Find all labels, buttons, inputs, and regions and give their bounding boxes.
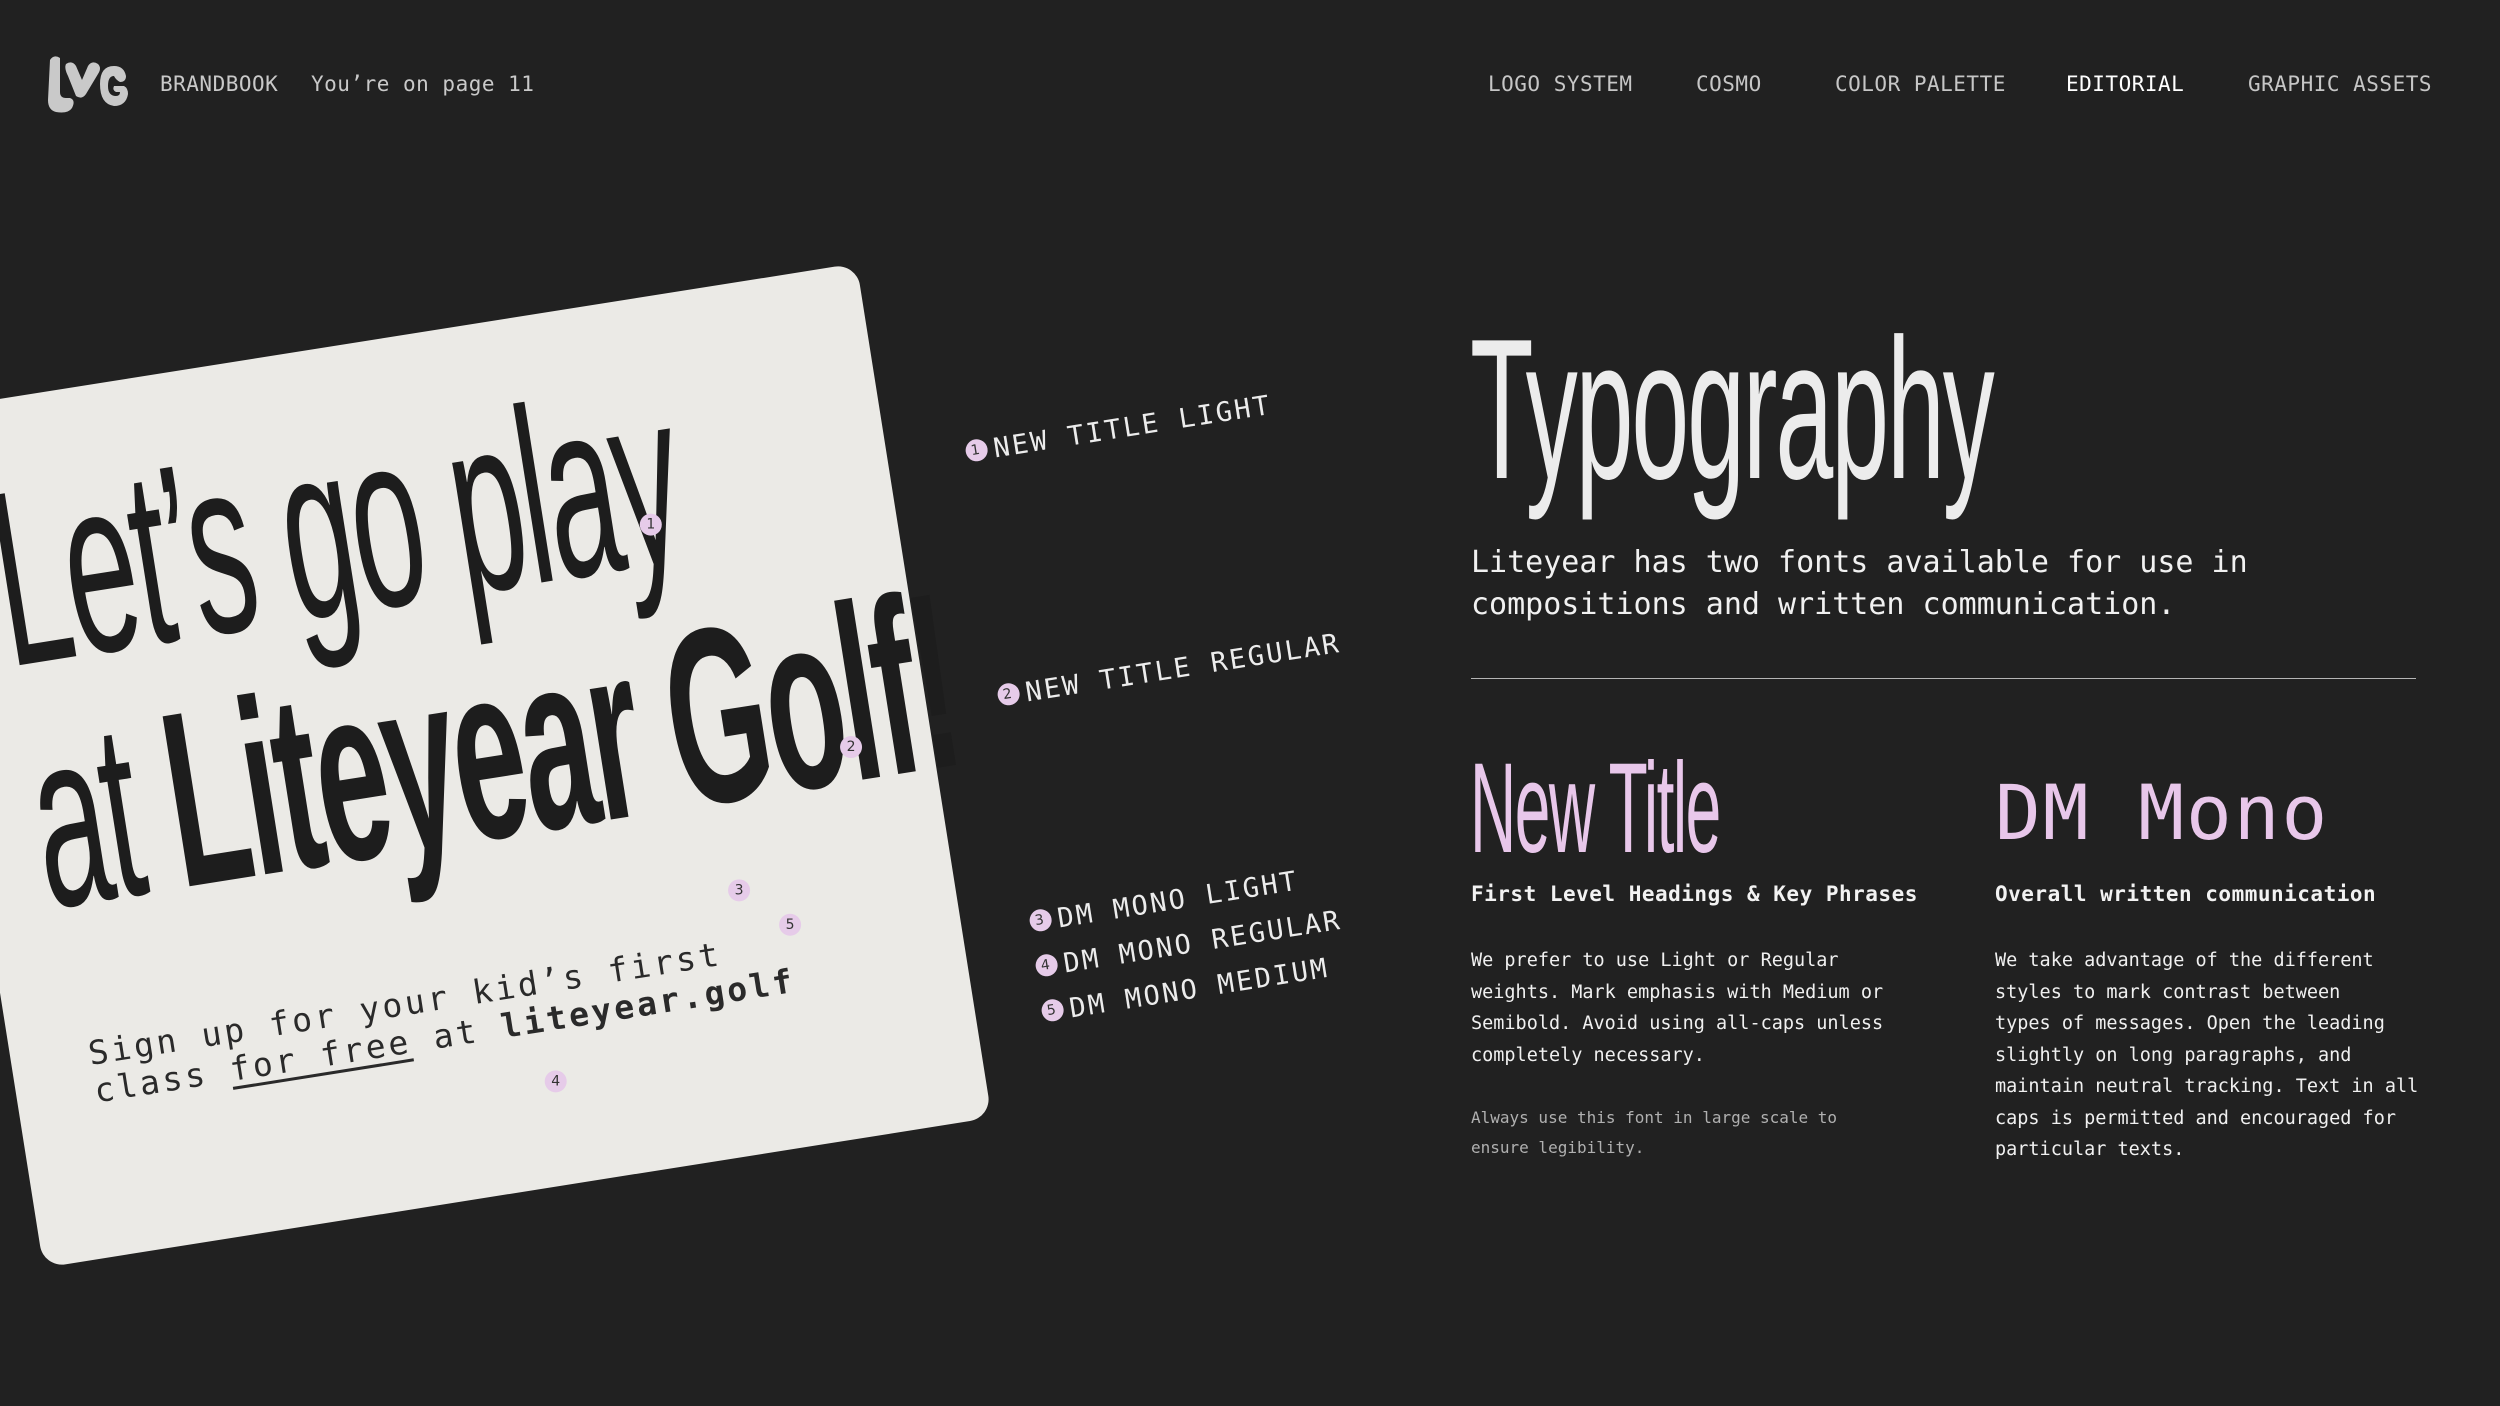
font-body-dm-mono: We take advantage of the different style… bbox=[1995, 950, 2419, 1160]
font-name-dm-mono: DM Mono bbox=[1995, 768, 2330, 857]
page-title: Typography bbox=[1470, 298, 1995, 521]
section-divider bbox=[1471, 678, 2416, 679]
font-body-new-title: We prefer to use Light or Regular weight… bbox=[1471, 950, 1884, 1066]
typography-sample-card: Let’s go play at Liteyear Golf! Sign up … bbox=[0, 263, 992, 1268]
font-name-new-title: New Title bbox=[1470, 737, 1721, 880]
font-subtitle-dm-mono: Overall written communication bbox=[1995, 882, 2377, 906]
nav-cosmo[interactable]: COSMO bbox=[1696, 72, 1762, 96]
nav-editorial[interactable]: EDITORIAL bbox=[2066, 72, 2184, 96]
annotation-label-1: NEW TITLE LIGHT bbox=[991, 389, 1274, 465]
nav-graphic-assets[interactable]: GRAPHIC ASSETS bbox=[2248, 72, 2432, 96]
annotation-marker-3: 3 bbox=[1027, 907, 1054, 933]
font-subtitle-new-title: First Level Headings & Key Phrases bbox=[1471, 882, 1918, 906]
annotation-marker-4: 4 bbox=[1033, 952, 1060, 978]
card-body-at: at bbox=[430, 1010, 482, 1057]
annotation-marker-5: 5 bbox=[1039, 997, 1066, 1023]
card-marker-3: 3 bbox=[728, 879, 751, 902]
annotation-marker-1: 1 bbox=[963, 437, 990, 463]
annotation-label-2: NEW TITLE REGULAR bbox=[1023, 627, 1343, 709]
annotation-marker-2: 2 bbox=[995, 681, 1022, 707]
top-nav: LOGO SYSTEM COSMO COLOR PALETTE EDITORIA… bbox=[1488, 72, 2432, 102]
page-indicator: You’re on page 11 bbox=[311, 72, 535, 96]
liteyear-logo-icon[interactable] bbox=[44, 54, 128, 116]
brandbook-link[interactable]: BRANDBOOK bbox=[160, 72, 278, 96]
card-marker-2: 2 bbox=[840, 736, 863, 759]
card-marker-5: 5 bbox=[779, 913, 802, 936]
typography-intro: Liteyear has two fonts available for use… bbox=[1471, 545, 2248, 622]
nav-color-palette[interactable]: COLOR PALETTE bbox=[1835, 72, 2006, 96]
annotation-new-title-regular: 2 NEW TITLE REGULAR bbox=[995, 627, 1343, 713]
annotation-new-title-light: 1 NEW TITLE LIGHT bbox=[963, 389, 1274, 469]
card-marker-1: 1 bbox=[639, 513, 662, 536]
nav-logo-system[interactable]: LOGO SYSTEM bbox=[1488, 72, 1633, 96]
font-note-new-title: Always use this font in large scale to e… bbox=[1471, 1108, 1838, 1157]
card-marker-4: 4 bbox=[544, 1070, 567, 1093]
